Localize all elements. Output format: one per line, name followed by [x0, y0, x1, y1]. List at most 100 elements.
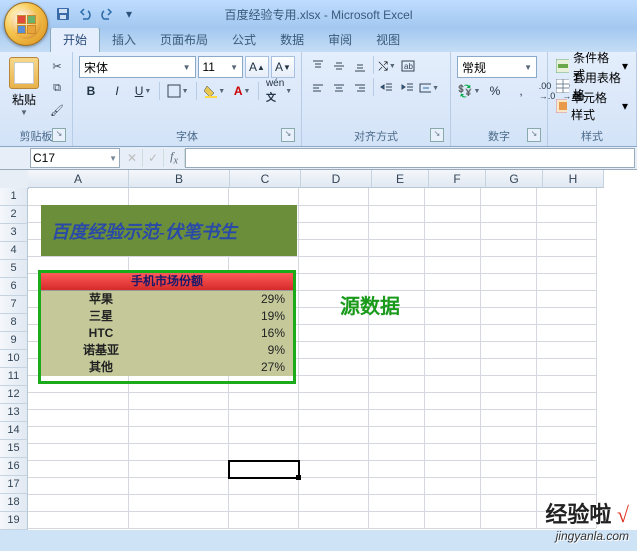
increase-font-icon[interactable]: A▲ — [245, 56, 269, 78]
align-left-icon[interactable] — [308, 78, 328, 98]
phonetic-button[interactable]: wén文▼ — [263, 80, 295, 102]
table-cell-name: HTC — [41, 325, 161, 342]
decrease-font-icon[interactable]: A▼ — [271, 56, 295, 78]
percent-format-icon[interactable]: % — [483, 80, 507, 102]
merge-center-icon[interactable]: ▼ — [419, 78, 439, 98]
underline-button[interactable]: U▼ — [131, 80, 155, 102]
save-icon[interactable] — [54, 5, 72, 23]
row-header-12[interactable]: 12 — [0, 386, 28, 404]
formula-input[interactable] — [185, 148, 635, 168]
align-center-icon[interactable] — [329, 78, 349, 98]
fx-icon[interactable]: fx — [164, 149, 185, 167]
accounting-format-icon[interactable]: 💱▼ — [457, 80, 481, 102]
group-clipboard-label: 剪贴板 — [20, 131, 53, 143]
cancel-formula-icon[interactable]: ✕ — [122, 149, 143, 167]
row-header-11[interactable]: 11 — [0, 368, 28, 386]
tab-view[interactable]: 视图 — [364, 27, 412, 52]
name-box[interactable]: C17▼ — [30, 148, 120, 168]
align-bottom-icon[interactable] — [350, 56, 370, 76]
col-header-G[interactable]: G — [486, 170, 543, 188]
row-header-18[interactable]: 18 — [0, 494, 28, 512]
row-header-3[interactable]: 3 — [0, 224, 28, 242]
italic-button[interactable]: I — [105, 80, 129, 102]
paste-button[interactable]: 粘贴 ▼ — [4, 54, 44, 122]
align-middle-icon[interactable] — [329, 56, 349, 76]
align-top-icon[interactable] — [308, 56, 328, 76]
column-headers[interactable]: ABCDEFGH — [28, 170, 637, 188]
svg-text:ab: ab — [404, 62, 413, 71]
number-launcher-icon[interactable]: ↘ — [527, 128, 541, 142]
table-cell-name: 三星 — [41, 308, 161, 325]
group-number-label: 数字 — [488, 131, 510, 143]
tab-page-layout[interactable]: 页面布局 — [148, 27, 220, 52]
fill-color-button[interactable]: ▼ — [201, 80, 229, 102]
table-cell-pct: 16% — [161, 325, 293, 342]
wrap-text-icon[interactable]: ab — [398, 56, 418, 76]
clipboard-launcher-icon[interactable]: ↘ — [52, 128, 66, 142]
font-size-combo[interactable]: 11▼ — [198, 56, 243, 78]
worksheet[interactable]: ABCDEFGH 1234567891011121314151617181920… — [0, 170, 637, 530]
increase-indent-icon[interactable] — [398, 78, 418, 98]
group-clipboard: 粘贴 ▼ ✂ ⧉ 🖌 剪贴板↘ — [0, 52, 73, 146]
office-button[interactable] — [4, 2, 48, 46]
table-cell-pct: 9% — [161, 342, 293, 359]
row-header-14[interactable]: 14 — [0, 422, 28, 440]
align-right-icon[interactable] — [350, 78, 370, 98]
row-header-13[interactable]: 13 — [0, 404, 28, 422]
undo-icon[interactable] — [76, 5, 94, 23]
row-header-7[interactable]: 7 — [0, 296, 28, 314]
col-header-E[interactable]: E — [372, 170, 429, 188]
paste-label: 粘贴 — [5, 91, 43, 108]
table-row: 苹果29% — [41, 291, 293, 308]
tab-review[interactable]: 审阅 — [316, 27, 364, 52]
data-table-box: 手机市场份额 苹果29%三星19%HTC16%诺基亚9%其他27% — [38, 270, 296, 384]
font-launcher-icon[interactable]: ↘ — [281, 128, 295, 142]
row-header-19[interactable]: 19 — [0, 512, 28, 530]
col-header-H[interactable]: H — [543, 170, 604, 188]
group-styles: 条件格式 ▾ 套用表格格 单元格样式 ▾ 样式 — [548, 52, 637, 146]
window-title: 百度经验专用.xlsx - Microsoft Excel — [224, 6, 412, 23]
table-cell-name: 苹果 — [41, 291, 161, 308]
row-header-10[interactable]: 10 — [0, 350, 28, 368]
row-header-17[interactable]: 17 — [0, 476, 28, 494]
tab-home[interactable]: 开始 — [50, 26, 100, 52]
redo-icon[interactable] — [98, 5, 116, 23]
number-format-combo[interactable]: 常规▼ — [457, 56, 537, 78]
row-headers[interactable]: 1234567891011121314151617181920 — [0, 188, 28, 530]
source-data-label: 源数据 — [340, 290, 400, 319]
row-header-8[interactable]: 8 — [0, 314, 28, 332]
row-header-16[interactable]: 16 — [0, 458, 28, 476]
format-painter-icon[interactable]: 🖌 — [46, 100, 68, 120]
bold-button[interactable]: B — [79, 80, 103, 102]
col-header-D[interactable]: D — [301, 170, 372, 188]
tab-insert[interactable]: 插入 — [100, 27, 148, 52]
row-header-15[interactable]: 15 — [0, 440, 28, 458]
comma-format-icon[interactable]: , — [509, 80, 533, 102]
row-header-5[interactable]: 5 — [0, 260, 28, 278]
border-button[interactable]: ▼ — [164, 80, 192, 102]
table-header: 手机市场份额 — [41, 273, 293, 291]
enter-formula-icon[interactable]: ✓ — [143, 149, 164, 167]
col-header-A[interactable]: A — [28, 170, 129, 188]
col-header-B[interactable]: B — [129, 170, 230, 188]
table-cell-name: 诺基亚 — [41, 342, 161, 359]
row-header-9[interactable]: 9 — [0, 332, 28, 350]
align-launcher-icon[interactable]: ↘ — [430, 128, 444, 142]
tab-data[interactable]: 数据 — [268, 27, 316, 52]
decrease-indent-icon[interactable] — [377, 78, 397, 98]
cut-icon[interactable]: ✂ — [46, 56, 68, 76]
font-color-button[interactable]: A▼ — [230, 80, 254, 102]
row-header-4[interactable]: 4 — [0, 242, 28, 260]
qat-customize-icon[interactable]: ▾ — [120, 5, 138, 23]
col-header-C[interactable]: C — [230, 170, 301, 188]
row-header-2[interactable]: 2 — [0, 206, 28, 224]
tab-formulas[interactable]: 公式 — [220, 27, 268, 52]
copy-icon[interactable]: ⧉ — [46, 78, 68, 98]
row-header-6[interactable]: 6 — [0, 278, 28, 296]
row-header-1[interactable]: 1 — [0, 188, 28, 206]
font-name-combo[interactable]: 宋体▼ — [79, 56, 196, 78]
col-header-F[interactable]: F — [429, 170, 486, 188]
orientation-icon[interactable]: ⤭▼ — [377, 56, 397, 76]
select-all-corner[interactable] — [0, 170, 29, 189]
quick-access-toolbar: ▾ — [54, 5, 138, 23]
